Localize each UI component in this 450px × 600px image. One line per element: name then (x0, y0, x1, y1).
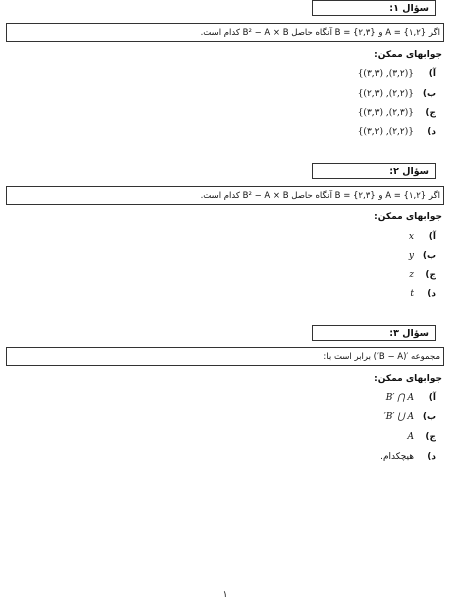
question-2-option-a: آ) x (409, 230, 436, 244)
option-letter: د) (427, 452, 436, 462)
option-value: هیچکدام. (380, 452, 414, 462)
question-2-option-c: ج) z (409, 268, 436, 282)
option-value: y (408, 251, 414, 261)
question-3-text: مجموعه ′(B − A′) برابر است با: (6, 347, 444, 366)
question-1-option-a: آ) {(۳,۲), (۳,۳)} (358, 67, 436, 81)
option-letter: ب) (422, 89, 436, 99)
option-value: {(۲,۲), (۲,۳)} (357, 89, 414, 99)
option-value: {(۳,۲), (۳,۳)} (357, 69, 414, 79)
question-2-option-d: د) t (410, 287, 436, 301)
option-value: {(۲,۲), (۳,۲)} (357, 127, 414, 137)
question-3-option-b: ب) B′ ⋃ A′ (384, 410, 436, 424)
option-letter: ب) (422, 251, 436, 261)
option-value: t (410, 289, 414, 299)
option-value: x (408, 232, 414, 242)
question-1-option-c: ج) {(۲,۳), (۳,۳)} (358, 106, 436, 120)
answers-label-1: جوابهای ممکن: (374, 50, 442, 60)
option-letter: ج) (425, 432, 436, 442)
question-2-text: اگر A = {۱,۲} و B = {۲,۳} آنگاه حاصل B² … (6, 186, 444, 205)
question-3-option-d: د) هیچکدام. (380, 450, 436, 464)
answers-label-2: جوابهای ممکن: (374, 212, 442, 222)
option-value: {(۲,۳), (۳,۳)} (357, 108, 414, 118)
answers-label-3: جوابهای ممکن: (374, 374, 442, 384)
option-letter: د) (427, 127, 436, 137)
question-1-option-d: د) {(۲,۲), (۳,۲)} (358, 125, 436, 139)
page-number: ۱ (222, 590, 228, 600)
option-letter: ج) (425, 270, 436, 280)
option-letter: د) (427, 289, 436, 299)
option-letter: آ) (428, 232, 436, 242)
question-3-option-a: آ) B′ ⋂ A (386, 391, 436, 405)
question-3-option-c: ج) A (408, 430, 437, 444)
question-2-option-b: ب) y (409, 249, 436, 263)
question-3-title: سؤال ۳: (312, 325, 436, 341)
option-value: B′ ⋂ A (385, 393, 414, 403)
option-value: B′ ⋃ A′ (383, 412, 414, 422)
option-letter: ج) (425, 108, 436, 118)
question-1-option-b: ب) {(۲,۲), (۲,۳)} (358, 87, 436, 101)
question-1-title: سؤال ۱: (312, 0, 436, 16)
option-letter: آ) (428, 393, 436, 403)
option-letter: آ) (428, 69, 436, 79)
option-value: A (407, 432, 415, 442)
option-value: z (409, 270, 414, 280)
question-2-title: سؤال ۲: (312, 163, 436, 179)
option-letter: ب) (422, 412, 436, 422)
question-1-text: اگر A = {۱,۲} و B = {۲,۳} آنگاه حاصل B² … (6, 23, 444, 42)
